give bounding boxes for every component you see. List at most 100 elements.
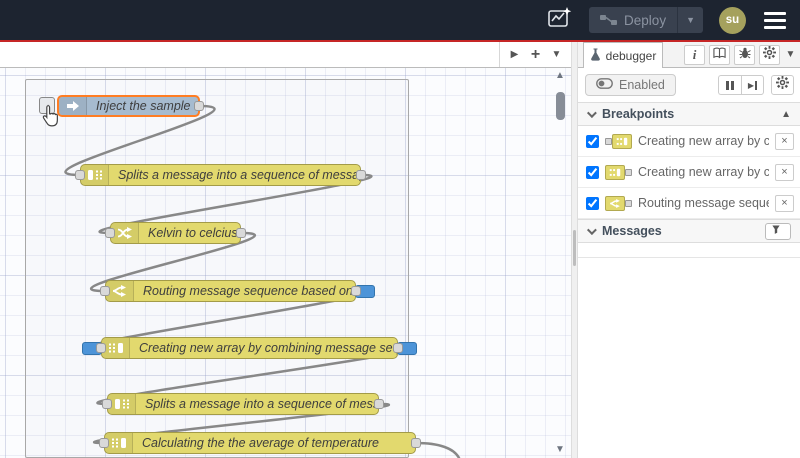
book-icon — [713, 46, 726, 64]
debugger-enabled-toggle[interactable]: Enabled — [585, 74, 676, 96]
tab-debugger-label: debugger — [605, 48, 657, 63]
add-flow-button[interactable]: + — [525, 45, 546, 65]
input-port[interactable] — [99, 438, 109, 448]
input-port[interactable] — [102, 399, 112, 409]
remove-breakpoint-button[interactable]: × — [775, 194, 794, 212]
app-header: Deploy ▼ su — [0, 0, 800, 40]
join-icon — [102, 338, 130, 358]
sidebar-separator[interactable] — [571, 42, 578, 458]
info-tab-button[interactable]: i — [684, 44, 705, 65]
split-icon — [81, 165, 109, 185]
ai-flow-sparkle-icon — [547, 6, 573, 35]
remove-breakpoint-button[interactable]: × — [775, 132, 794, 150]
deploy-options-caret[interactable]: ▼ — [677, 7, 703, 33]
node-label: Calculating the the average of temperatu… — [142, 436, 379, 450]
chevron-down-icon — [586, 224, 597, 235]
help-tab-button[interactable] — [709, 44, 730, 65]
deploy-label: Deploy — [624, 12, 667, 28]
output-port[interactable] — [374, 399, 384, 409]
pause-button[interactable] — [718, 75, 741, 95]
join-node-input-icon — [605, 133, 632, 149]
input-port[interactable] — [75, 170, 85, 180]
node-label: Creating new array by combining message … — [139, 341, 397, 355]
info-icon: i — [692, 46, 697, 62]
node-split[interactable]: Splits a message into a sequence of mess… — [102, 393, 384, 415]
message-filter-button[interactable] — [765, 222, 791, 240]
remove-breakpoint-button[interactable]: × — [775, 163, 794, 181]
separator-grip[interactable] — [573, 230, 576, 266]
funnel-icon — [772, 225, 780, 237]
output-port[interactable] — [393, 343, 403, 353]
join-node-output-icon — [605, 164, 632, 180]
scroll-up-icon[interactable]: ▲ — [553, 70, 567, 81]
vertical-scrollbar-thumb[interactable] — [556, 92, 565, 120]
ai-assistant-button[interactable] — [543, 6, 577, 34]
deploy-button-main[interactable]: Deploy — [589, 7, 677, 33]
join-icon — [105, 433, 133, 453]
breakpoint-label: Creating new array by combining message … — [638, 134, 769, 148]
output-port[interactable] — [236, 228, 246, 238]
input-port[interactable] — [96, 343, 106, 353]
breakpoint-checkbox[interactable] — [586, 165, 599, 179]
user-avatar[interactable]: su — [719, 6, 746, 34]
inject-icon — [59, 97, 87, 115]
inject-trigger-button[interactable] — [39, 97, 55, 114]
node-join[interactable]: Creating new array by combining message … — [82, 337, 417, 359]
flow-canvas[interactable]: Inject the sample data Splits a message … — [0, 68, 571, 458]
breakpoint-row[interactable]: Routing message sequence based on condit… — [578, 188, 800, 219]
main-menu-icon[interactable] — [762, 8, 788, 33]
change-icon — [111, 223, 139, 243]
output-port[interactable] — [411, 438, 421, 448]
breakpoints-section-header[interactable]: Breakpoints ▲ — [578, 102, 800, 126]
switch-node-output-icon — [605, 195, 632, 211]
node-join[interactable]: Calculating the the average of temperatu… — [99, 432, 421, 454]
output-port[interactable] — [351, 286, 361, 296]
breakpoint-label: Creating new array by combining message … — [638, 165, 769, 179]
chevron-down-icon — [586, 107, 597, 118]
node-switch[interactable]: Routing message sequence based on condit… — [100, 280, 375, 302]
workspace: ▶ + ▼ Inject the sample Splits a message… — [0, 42, 571, 458]
breakpoint-checkbox[interactable] — [586, 134, 599, 148]
sidebar-tab-strip: debugger i ▼ — [578, 42, 800, 68]
switch-icon — [106, 281, 134, 301]
messages-title: Messages — [602, 224, 662, 238]
breakpoint-label: Routing message sequence based on condit… — [638, 196, 769, 210]
debugger-settings-button[interactable] — [771, 75, 794, 95]
node-label: Routing message sequence based on condit… — [143, 284, 355, 298]
input-port[interactable] — [105, 228, 115, 238]
output-port[interactable] — [194, 101, 204, 111]
sidebar-tabs-caret-icon[interactable]: ▼ — [784, 49, 797, 60]
scroll-down-icon[interactable]: ▼ — [553, 444, 567, 455]
flow-list-caret-icon[interactable]: ▼ — [546, 45, 567, 65]
debugger-toolbar: Enabled ▶ — [578, 68, 800, 102]
wire[interactable] — [414, 441, 461, 458]
breakpoint-row[interactable]: Creating new array by combining message … — [578, 126, 800, 157]
step-icon: ▶ — [748, 80, 758, 90]
node-label: Kelvin to celcius — [148, 226, 238, 240]
pause-icon — [726, 80, 734, 90]
scroll-tabs-right-icon[interactable]: ▶ — [504, 45, 525, 65]
messages-section-header[interactable]: Messages — [578, 219, 800, 243]
scroll-top-icon[interactable]: ▲ — [781, 109, 791, 120]
config-tab-button[interactable] — [759, 44, 780, 65]
breakpoint-row[interactable]: Creating new array by combining message … — [578, 157, 800, 188]
debug-tab-button[interactable] — [734, 44, 755, 65]
breakpoint-checkbox[interactable] — [586, 196, 599, 210]
deploy-button[interactable]: Deploy ▼ — [589, 7, 703, 33]
tab-debugger[interactable]: debugger — [583, 42, 663, 68]
gear-icon — [763, 45, 776, 64]
node-change[interactable]: Kelvin to celcius — [105, 222, 246, 244]
input-port[interactable] — [100, 286, 110, 296]
bug-icon — [738, 46, 751, 64]
step-button[interactable]: ▶ — [741, 75, 764, 95]
node-split[interactable]: Splits a message into a sequence of mess… — [75, 164, 366, 186]
flow-tab-controls: ▶ + ▼ — [499, 42, 571, 67]
split-icon — [108, 394, 136, 414]
toggle-icon — [596, 78, 613, 92]
output-port[interactable] — [356, 170, 366, 180]
node-inject[interactable]: Inject the sample data — [39, 95, 204, 127]
debugger-controls: ▶ — [718, 75, 794, 95]
flow-tab-bar: ▶ + ▼ — [0, 42, 571, 68]
flask-icon — [590, 48, 601, 64]
enabled-label: Enabled — [619, 78, 665, 92]
